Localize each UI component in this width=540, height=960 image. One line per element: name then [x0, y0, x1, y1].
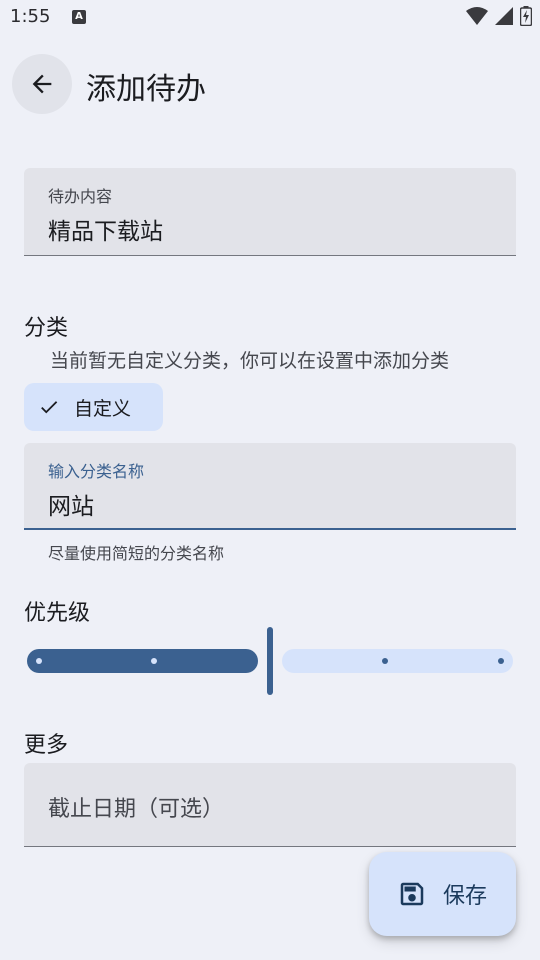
slider-thumb[interactable] — [267, 627, 273, 695]
slider-tick — [382, 658, 388, 664]
todo-content-value[interactable]: 精品下载站 — [48, 212, 163, 246]
save-icon — [400, 882, 424, 906]
slider-tick — [151, 658, 157, 664]
notification-a-icon: A — [72, 10, 86, 24]
battery-icon — [520, 6, 532, 26]
save-fab[interactable]: 保存 — [369, 852, 516, 936]
page-title: 添加待办 — [86, 72, 206, 107]
priority-slider[interactable] — [24, 626, 516, 696]
slider-active-track — [27, 649, 258, 673]
priority-title: 优先级 — [24, 601, 91, 626]
check-icon — [41, 401, 58, 414]
arrow-back-icon — [32, 74, 52, 94]
todo-content-label: 待办内容 — [48, 187, 113, 206]
category-name-value[interactable]: 网站 — [48, 487, 94, 521]
slider-tick — [36, 658, 42, 664]
slider-inactive-track — [282, 649, 513, 673]
more-title: 更多 — [24, 733, 69, 758]
status-icons — [466, 6, 532, 26]
todo-content-field[interactable]: 待办内容 精品下载站 — [24, 168, 516, 256]
category-name-label: 输入分类名称 — [48, 462, 145, 481]
signal-icon — [495, 7, 513, 25]
deadline-placeholder: 截止日期（可选） — [48, 797, 225, 822]
custom-category-chip[interactable]: 自定义 — [24, 383, 163, 431]
slider-tick — [498, 658, 504, 664]
wifi-icon — [466, 7, 488, 25]
back-button[interactable] — [12, 54, 72, 114]
category-name-field[interactable]: 输入分类名称 网站 — [24, 443, 516, 530]
deadline-field[interactable]: 截止日期（可选） — [24, 763, 516, 847]
chip-label: 自定义 — [74, 397, 132, 420]
category-support-text: 尽量使用简短的分类名称 — [48, 544, 225, 563]
category-hint: 当前暂无自定义分类，你可以在设置中添加分类 — [50, 350, 450, 372]
save-label: 保存 — [443, 884, 488, 909]
status-time: 1:55 — [10, 6, 51, 27]
category-title: 分类 — [24, 316, 69, 341]
